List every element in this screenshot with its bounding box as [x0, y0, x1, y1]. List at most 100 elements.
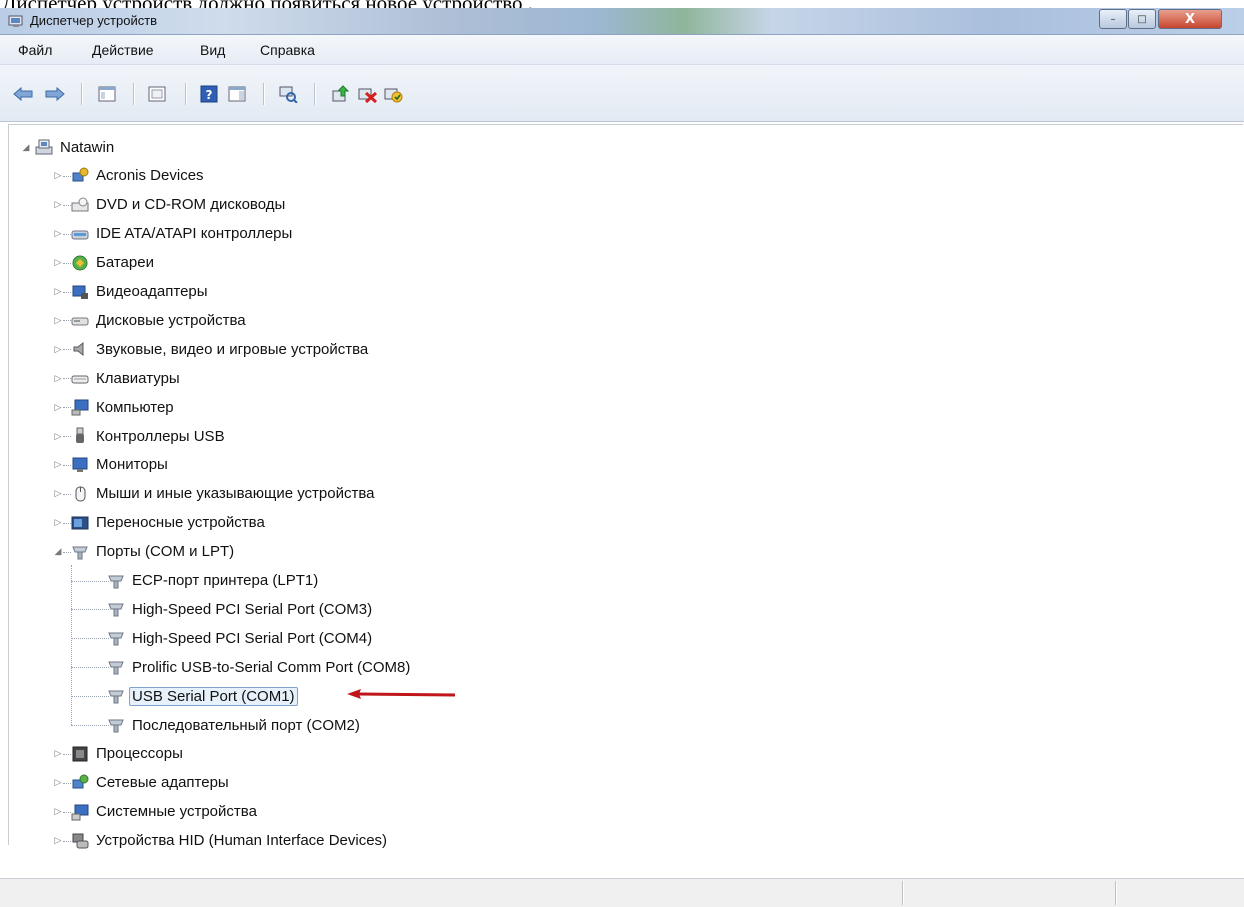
tree-category[interactable]: DVD и CD-ROM дисководы	[71, 193, 288, 217]
tree-category[interactable]: Устройства HID (Human Interface Devices)	[71, 829, 390, 853]
network-adapter-icon	[72, 774, 89, 789]
tree-category[interactable]: Видеоадаптеры	[71, 280, 211, 304]
tree-port-label: High-Speed PCI Serial Port (COM3)	[132, 600, 373, 618]
usb-plug-icon	[76, 427, 84, 443]
port-icon	[108, 690, 124, 704]
device-manager-icon	[8, 15, 23, 27]
tree-connector	[71, 580, 109, 582]
minimize-button[interactable]: –	[1099, 9, 1127, 29]
tree-category[interactable]: IDE ATA/ATAPI контроллеры	[71, 222, 295, 246]
maximize-icon: □	[1137, 13, 1147, 25]
help-button[interactable]: ?	[198, 83, 220, 105]
tree-port-selected[interactable]: USB Serial Port (COM1)	[107, 684, 298, 708]
scan-hardware-button[interactable]	[277, 83, 299, 105]
expand-triangle-icon[interactable]: ▷	[53, 344, 63, 354]
menu-help[interactable]: Справка	[260, 42, 315, 58]
expand-triangle-icon[interactable]: ▷	[53, 402, 63, 412]
disable-device-button[interactable]	[356, 83, 378, 105]
tree-port[interactable]: High-Speed PCI Serial Port (COM4)	[107, 626, 375, 650]
port-icon	[108, 632, 124, 646]
expand-triangle-icon[interactable]: ▷	[53, 431, 63, 441]
tree-category[interactable]: Звуковые, видео и игровые устройства	[71, 337, 371, 361]
tree-category-label: IDE ATA/ATAPI контроллеры	[96, 225, 293, 243]
tree-root[interactable]: Natawin	[35, 135, 117, 159]
tree-category[interactable]: Дисковые устройства	[71, 308, 249, 332]
tree-category[interactable]: Мониторы	[71, 453, 171, 477]
maximize-button[interactable]: □	[1128, 9, 1156, 29]
back-button[interactable]	[12, 83, 34, 105]
tree-category[interactable]: Порты (COM и LPT)	[71, 540, 237, 564]
tree-category[interactable]: Процессоры	[71, 742, 186, 766]
processor-icon	[72, 746, 88, 762]
expand-triangle-icon[interactable]: ▷	[53, 806, 63, 817]
tree-category[interactable]: Контроллеры USB	[71, 424, 228, 448]
tree-category-label: Видеоадаптеры	[96, 283, 208, 300]
collapse-triangle-icon[interactable]: ◢	[53, 546, 63, 557]
tree-port[interactable]: High-Speed PCI Serial Port (COM3)	[107, 597, 375, 621]
menu-action[interactable]: Действие	[92, 42, 154, 58]
mouse-icon	[75, 486, 86, 502]
menu-file[interactable]: Файл	[18, 42, 52, 58]
expand-triangle-icon[interactable]: ▷	[53, 286, 63, 297]
tree-category[interactable]: Сетевые адаптеры	[71, 771, 232, 795]
expand-triangle-icon[interactable]: ▷	[53, 228, 63, 239]
window-titlebar[interactable]: Диспетчер устройств – □ X	[0, 8, 1244, 35]
tree-category-label: Системные устройства	[96, 803, 257, 821]
tree-category[interactable]: Системные устройства	[71, 800, 260, 824]
window-icon	[148, 86, 166, 102]
disable-device-icon	[358, 88, 377, 103]
tree-category[interactable]: Переносные устройства	[71, 511, 268, 535]
expand-triangle-icon[interactable]: ▷	[53, 315, 63, 325]
expand-triangle-icon[interactable]: ▷	[53, 517, 63, 528]
tree-connector	[63, 551, 71, 553]
cd-drive-icon	[71, 197, 89, 212]
tree-category[interactable]: Мыши и иные указывающие устройства	[71, 482, 377, 506]
tree-category-label: Процессоры	[96, 745, 183, 763]
uninstall-device-button[interactable]	[382, 83, 404, 105]
expand-triangle-icon[interactable]: ▷	[53, 748, 63, 759]
tree-category-label: Дисковые устройства	[96, 311, 246, 329]
tree-connector	[63, 436, 71, 437]
forward-button[interactable]	[44, 83, 66, 105]
tree-port[interactable]: ECP-порт принтера (LPT1)	[107, 569, 321, 593]
tree-category[interactable]: Клавиатуры	[71, 366, 183, 390]
tree-port[interactable]: Prolific USB-to-Serial Comm Port (COM8)	[107, 655, 413, 679]
tree-category[interactable]: Батареи	[71, 251, 157, 275]
tree-category-label: Переносные устройства	[96, 514, 265, 532]
hid-device-icon	[72, 833, 89, 849]
tree-connector	[71, 609, 109, 611]
tree-connector	[63, 493, 71, 495]
tree-connector	[63, 378, 71, 380]
expand-triangle-icon[interactable]: ▷	[53, 488, 63, 499]
expand-triangle-icon[interactable]: ▷	[53, 373, 63, 383]
collapse-triangle-icon[interactable]: ◢	[21, 142, 31, 152]
expand-triangle-icon[interactable]: ▷	[53, 257, 63, 268]
window-button[interactable]	[146, 83, 168, 105]
device-tree-panel[interactable]: Natawin ◢ ▷ Acronis Devices ▷ DVD и CD-ROM ди…	[8, 124, 1243, 849]
expand-triangle-icon[interactable]: ▷	[53, 777, 63, 788]
minimize-icon: –	[1110, 13, 1116, 25]
port-icon	[108, 603, 124, 617]
tree-port-label: High-Speed PCI Serial Port (COM4)	[132, 629, 373, 647]
tree-category[interactable]: Компьютер	[71, 395, 177, 419]
status-bar	[0, 878, 1244, 907]
expand-triangle-icon[interactable]: ▷	[53, 459, 63, 470]
properties-view-button[interactable]	[96, 83, 118, 105]
menu-view[interactable]: Вид	[200, 42, 225, 58]
tree-port[interactable]: Последовательный порт (COM2)	[107, 713, 363, 737]
tree-category[interactable]: Acronis Devices	[71, 164, 207, 188]
tree-connector	[71, 638, 109, 640]
tree-port-label: ECP-порт принтера (LPT1)	[132, 572, 319, 589]
tree-connector	[63, 320, 71, 322]
tree-connector	[63, 464, 71, 466]
battery-icon	[72, 255, 88, 271]
action-pane-button[interactable]	[226, 83, 248, 105]
expand-triangle-icon[interactable]: ▷	[53, 199, 63, 210]
expand-triangle-icon[interactable]: ▷	[53, 835, 63, 846]
port-icon	[108, 719, 124, 733]
close-button[interactable]: X	[1158, 9, 1222, 29]
update-driver-button[interactable]	[330, 83, 352, 105]
tree-category-label: Батареи	[96, 254, 154, 272]
tree-category-label: Контроллеры USB	[96, 427, 225, 445]
expand-triangle-icon[interactable]: ▷	[53, 170, 63, 181]
